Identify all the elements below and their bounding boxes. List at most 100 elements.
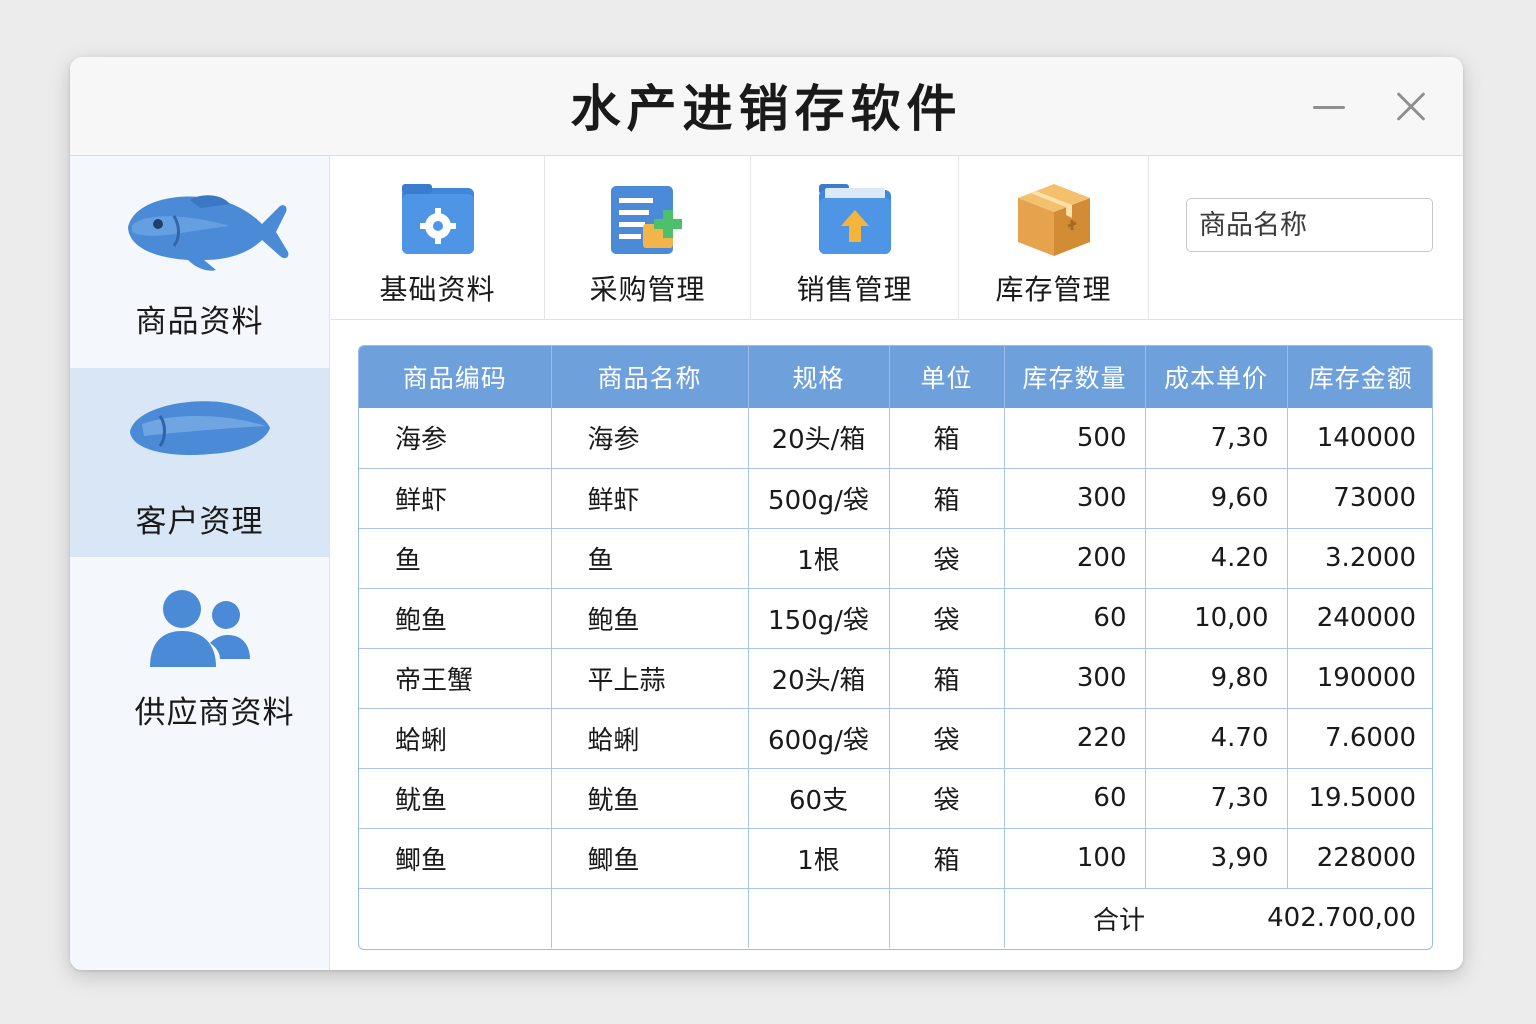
cell-quantity: 300 <box>1004 648 1146 709</box>
cell-code: 鲜虾 <box>359 468 552 529</box>
cell-quantity: 200 <box>1004 528 1146 589</box>
fish-icon <box>70 186 329 272</box>
cell-name: 鲍鱼 <box>551 588 749 649</box>
cell-spec: 1根 <box>748 528 890 589</box>
table-row[interactable]: 鱼 鱼 1根 袋 200 4.20 3.2000 <box>359 528 1432 589</box>
cell-unit: 箱 <box>889 468 1005 529</box>
fish-fillet-icon <box>70 392 329 462</box>
table-row[interactable]: 帝王蟹 平上蒜 20头/箱 箱 300 9,80 190000 <box>359 648 1432 709</box>
cell-unit-cost: 9,60 <box>1145 468 1288 529</box>
toolbar-item-label: 销售管理 <box>796 273 913 306</box>
cell-spec: 20头/箱 <box>748 648 890 709</box>
cell-name: 鲜虾 <box>551 468 749 529</box>
title-bar: 水产进销存软件 <box>70 57 1463 156</box>
inventory-table: 商品编码 商品名称 规格 单位 库存数量 成本单价 库存金额 海参 海参 20头… <box>358 345 1433 950</box>
cell-spec: 20头/箱 <box>748 408 890 469</box>
settings-folder-icon <box>398 182 478 258</box>
cell-unit-cost: 9,80 <box>1145 648 1288 709</box>
cell-amount: 3.2000 <box>1287 528 1432 589</box>
app-window: 水产进销存软件 商品资料 客户资理 供应商资料 基础资料 采购管理 销售管理 库… <box>70 57 1463 970</box>
cell-code: 海参 <box>359 408 552 469</box>
table-header-row: 商品编码 商品名称 规格 单位 库存数量 成本单价 库存金额 <box>359 346 1432 408</box>
app-title: 水产进销存软件 <box>570 80 963 138</box>
cell-unit: 箱 <box>889 408 1005 469</box>
cell-unit-cost: 4.20 <box>1145 528 1288 589</box>
column-header-unit-cost[interactable]: 成本单价 <box>1145 346 1288 408</box>
table-row[interactable]: 鲍鱼 鲍鱼 150g/袋 袋 60 10,00 240000 <box>359 588 1432 649</box>
cell-spec: 600g/袋 <box>748 708 890 769</box>
table-row[interactable]: 鲜虾 鲜虾 500g/袋 箱 300 9,60 73000 <box>359 468 1432 529</box>
cell-name: 鱼 <box>551 528 749 589</box>
empty-cell <box>748 888 890 948</box>
document-add-icon <box>607 182 687 258</box>
table-row[interactable]: 鱿鱼 鱿鱼 60支 袋 60 7,30 19.5000 <box>359 768 1432 829</box>
column-header-unit[interactable]: 单位 <box>889 346 1005 408</box>
sidebar-item-label: 商品资料 <box>135 304 264 340</box>
empty-cell <box>551 888 749 948</box>
cell-amount: 7.6000 <box>1287 708 1432 769</box>
cell-quantity: 220 <box>1004 708 1146 769</box>
column-header-spec[interactable]: 规格 <box>748 346 890 408</box>
empty-cell <box>889 888 1005 948</box>
cell-unit-cost: 7,30 <box>1145 408 1288 469</box>
empty-cell <box>359 888 552 948</box>
cell-name: 鲫鱼 <box>551 828 749 889</box>
toolbar-item-purchase[interactable]: 采购管理 <box>545 156 751 320</box>
sidebar-item-customer[interactable]: 客户资理 <box>70 368 329 557</box>
total-value: 402.700,00 <box>1267 903 1416 934</box>
cell-unit: 袋 <box>889 588 1005 649</box>
cell-amount: 240000 <box>1287 588 1432 649</box>
total-row: 合计 402.700,00 <box>359 888 1432 948</box>
sidebar-item-label: 供应商资料 <box>134 695 295 731</box>
cell-unit-cost: 4.70 <box>1145 708 1288 769</box>
table-row[interactable]: 蛤蜊 蛤蜊 600g/袋 袋 220 4.70 7.6000 <box>359 708 1432 769</box>
toolbar-item-sales[interactable]: 销售管理 <box>751 156 959 320</box>
cell-unit: 箱 <box>889 828 1005 889</box>
cell-code: 鲫鱼 <box>359 828 552 889</box>
column-header-name[interactable]: 商品名称 <box>551 346 749 408</box>
table-row[interactable]: 海参 海参 20头/箱 箱 500 7,30 140000 <box>359 408 1432 469</box>
cell-unit-cost: 3,90 <box>1145 828 1288 889</box>
cell-unit-cost: 7,30 <box>1145 768 1288 829</box>
cell-name: 平上蒜 <box>551 648 749 709</box>
cell-spec: 1根 <box>748 828 890 889</box>
toolbar-item-inventory[interactable]: 库存管理 <box>959 156 1149 320</box>
cell-spec: 60支 <box>748 768 890 829</box>
cell-quantity: 60 <box>1004 768 1146 829</box>
column-header-amount[interactable]: 库存金额 <box>1287 346 1432 408</box>
column-header-quantity[interactable]: 库存数量 <box>1004 346 1146 408</box>
sidebar-item-product[interactable]: 商品资料 <box>70 156 329 367</box>
cell-name: 鱿鱼 <box>551 768 749 829</box>
cell-unit: 袋 <box>889 528 1005 589</box>
cell-quantity: 300 <box>1004 468 1146 529</box>
total-label: 合计 <box>1092 905 1145 936</box>
table-row[interactable]: 鲫鱼 鲫鱼 1根 箱 100 3,90 228000 <box>359 828 1432 889</box>
cell-quantity: 500 <box>1004 408 1146 469</box>
toolbar-item-label: 采购管理 <box>589 273 706 306</box>
toolbar-item-label: 基础资料 <box>379 273 496 306</box>
cell-amount: 73000 <box>1287 468 1432 529</box>
cell-quantity: 100 <box>1004 828 1146 889</box>
cell-spec: 500g/袋 <box>748 468 890 529</box>
cell-amount: 228000 <box>1287 828 1432 889</box>
users-icon <box>70 587 329 669</box>
cell-unit: 袋 <box>889 768 1005 829</box>
box-icon <box>1014 182 1094 258</box>
cell-code: 帝王蟹 <box>359 648 552 709</box>
close-button[interactable] <box>1388 83 1434 129</box>
search-input[interactable] <box>1186 198 1433 252</box>
minimize-button[interactable] <box>1306 83 1352 129</box>
sidebar-item-supplier[interactable]: 供应商资料 <box>70 557 329 757</box>
sidebar-item-label: 客户资理 <box>135 504 264 540</box>
cell-code: 鱿鱼 <box>359 768 552 829</box>
toolbar-item-basic-data[interactable]: 基础资料 <box>331 156 545 320</box>
cell-amount: 190000 <box>1287 648 1432 709</box>
cell-unit-cost: 10,00 <box>1145 588 1288 649</box>
cell-code: 蛤蜊 <box>359 708 552 769</box>
column-header-code[interactable]: 商品编码 <box>359 346 552 408</box>
cell-amount: 140000 <box>1287 408 1432 469</box>
cell-name: 海参 <box>551 408 749 469</box>
toolbar-item-label: 库存管理 <box>995 273 1112 306</box>
cell-spec: 150g/袋 <box>748 588 890 649</box>
cell-amount: 19.5000 <box>1287 768 1432 829</box>
